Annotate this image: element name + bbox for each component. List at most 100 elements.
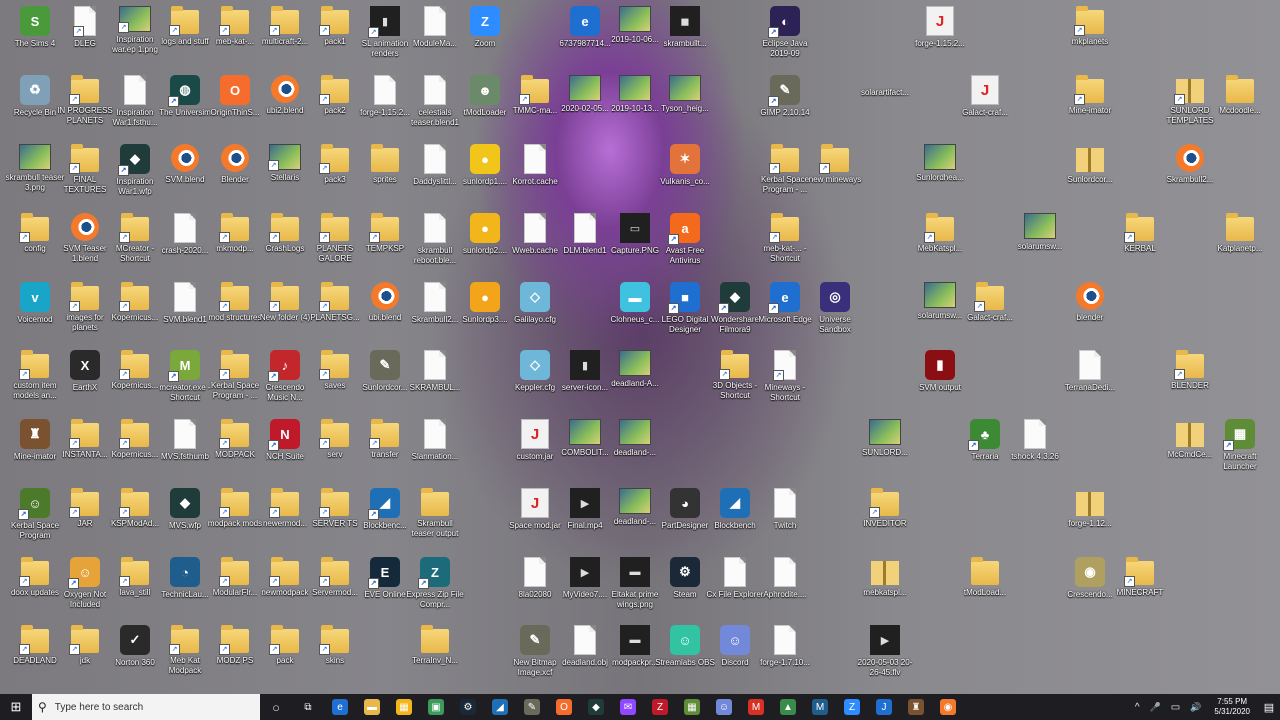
desktop-icon[interactable]: ▦ ↗ Minecraft Launcher bbox=[1210, 419, 1270, 485]
image-file-icon bbox=[669, 75, 701, 101]
taskbar-app-button[interactable]: e bbox=[324, 694, 356, 720]
desktop-icon[interactable]: a ↗ Avast Free Antivirus bbox=[655, 213, 715, 279]
volume-icon[interactable]: 🔊 bbox=[1190, 702, 1201, 713]
microphone-icon[interactable]: 🎤 bbox=[1150, 702, 1161, 713]
action-center-icon[interactable]: ▤ bbox=[1258, 694, 1280, 720]
folder-icon bbox=[421, 625, 449, 653]
desktop-icon[interactable]: Skrambull teaser output bbox=[405, 488, 465, 554]
taskbar-app-button[interactable]: ▦ bbox=[388, 694, 420, 720]
taskbar-app-button[interactable]: J bbox=[868, 694, 900, 720]
desktop-icon[interactable]: tModLoad... bbox=[955, 557, 1015, 623]
desktop-icon[interactable]: ↗ mkplanets bbox=[1060, 6, 1120, 72]
desktop-icon[interactable]: solarumsw... bbox=[1010, 213, 1070, 279]
file-icon bbox=[524, 144, 546, 174]
start-button[interactable]: ⊞ bbox=[0, 694, 32, 720]
desktop-icon[interactable]: SUNLORD... bbox=[855, 419, 915, 485]
desktop-icon[interactable]: Slanmation... bbox=[405, 419, 465, 485]
desktop-icon[interactable]: ↗ new mineways bbox=[805, 144, 865, 210]
desktop-icon[interactable]: TerraInv_N... bbox=[405, 625, 465, 691]
desktop-icon[interactable]: Aphrodite.... bbox=[755, 557, 815, 623]
desktop-icon[interactable]: forge-1.12... bbox=[1060, 488, 1120, 554]
desktop-icon[interactable]: Tyson_heig... bbox=[655, 75, 715, 141]
desktop-icon[interactable]: SKRAMBUL... bbox=[405, 350, 465, 416]
taskbar-app-button[interactable]: ♜ bbox=[900, 694, 932, 720]
desktop-icon[interactable]: ✎ ↗ GIMP 2.10.14 bbox=[755, 75, 815, 141]
taskbar-app-button[interactable]: Z bbox=[644, 694, 676, 720]
desktop-icon[interactable]: ◼ skrambullt... bbox=[655, 6, 715, 72]
desktop-icon[interactable]: mebkatspl... bbox=[855, 557, 915, 623]
clock[interactable]: 7:55 PM 5/31/2020 bbox=[1214, 697, 1250, 717]
taskbar-app-button[interactable]: ▲ bbox=[772, 694, 804, 720]
shortcut-arrow-icon: ↗ bbox=[319, 576, 330, 587]
desktop-icon[interactable]: ↗ BLENDER bbox=[1160, 350, 1220, 416]
taskbar-app-button[interactable]: ☺ bbox=[708, 694, 740, 720]
desktop-icon[interactable]: ↗ skins bbox=[305, 625, 365, 691]
shortcut-arrow-icon: ↗ bbox=[319, 94, 330, 105]
desktop-icon[interactable]: Mcdoodle... bbox=[1210, 75, 1270, 141]
desktop-icon[interactable]: ◇ Galilayo.cfg bbox=[505, 282, 565, 348]
desktop-icon[interactable]: ▶ 2020-05-03 20-26-45.flv bbox=[855, 625, 915, 691]
desktop-icon-label: Mcdoodle... bbox=[1219, 106, 1261, 115]
desktop-icon[interactable]: ↗ MINECRAFT bbox=[1110, 557, 1170, 623]
desktop-icon[interactable]: Z ↗ Express Zip File Compr... bbox=[405, 557, 465, 623]
desktop-icon[interactable]: ▮ SVM output bbox=[910, 350, 970, 416]
app-icon: a ↗ bbox=[668, 213, 700, 245]
desktop-icon[interactable]: J Galact-craf... bbox=[955, 75, 1015, 141]
taskbar-app-button[interactable]: ◆ bbox=[580, 694, 612, 720]
desktop-icon[interactable]: forge-1.7.10... bbox=[755, 625, 815, 691]
desktop-icon[interactable]: Skrambull2... bbox=[1160, 144, 1220, 210]
desktop-icon[interactable]: ◎ Universe Sandbox bbox=[805, 282, 865, 348]
desktop[interactable]: S The Sims 4 ↗ DLEG ↗ Inspiration war.ep 1.pn… bbox=[0, 0, 1280, 690]
folder-icon: ↗ bbox=[119, 213, 149, 243]
desktop-icon[interactable]: Twitch bbox=[755, 488, 815, 554]
taskbar-app-button[interactable]: ▦ bbox=[676, 694, 708, 720]
pinned-apps: ⧉ e ▬ ▦ ▣ ⚙ ◢ ✎ O ◆ ✉ Z ▦ ☺ M ▲ M Z J ♜ ◉ bbox=[292, 694, 964, 720]
desktop-icon[interactable]: ◐ ↗ Eclipse Java 2019-09 bbox=[755, 6, 815, 72]
icon-glyph: ◇ bbox=[530, 357, 540, 372]
desktop-icon[interactable]: tshock 4.3.26 bbox=[1005, 419, 1065, 485]
taskbar-app-button[interactable]: ▬ bbox=[356, 694, 388, 720]
store-icon: ▦ bbox=[396, 699, 412, 715]
app-icon: ⚙ bbox=[670, 557, 700, 587]
taskbar-app-button[interactable]: ✎ bbox=[516, 694, 548, 720]
desktop-icon[interactable]: Korrot.cache bbox=[505, 144, 565, 210]
desktop-icon[interactable]: Sunlordcor... bbox=[1060, 144, 1120, 210]
shortcut-arrow-icon: ↗ bbox=[268, 371, 279, 382]
desktop-icon[interactable]: ✶ Vulkanis_co... bbox=[655, 144, 715, 210]
taskbar-app-button[interactable]: Z bbox=[836, 694, 868, 720]
taskbar-app-button[interactable]: M bbox=[804, 694, 836, 720]
desktop-icon[interactable]: deadland-A... bbox=[605, 350, 665, 416]
desktop-icon[interactable]: Katplanetp... bbox=[1210, 213, 1270, 279]
folder-icon: ↗ bbox=[769, 213, 799, 243]
desktop-icon[interactable]: ↗ Mineways - Shortcut bbox=[755, 350, 815, 416]
desktop-icon[interactable]: ↗ meb-kat-... - Shortcut bbox=[755, 213, 815, 279]
taskbar-app-button[interactable]: ⚙ bbox=[452, 694, 484, 720]
desktop-icon[interactable]: TerranaDedi... bbox=[1060, 350, 1120, 416]
desktop-icon[interactable]: blender bbox=[1060, 282, 1120, 348]
desktop-icon[interactable]: Z Zoom bbox=[455, 6, 515, 72]
desktop-icon[interactable]: solarartifact... bbox=[855, 75, 915, 141]
taskbar-app-button[interactable]: ⧉ bbox=[292, 694, 324, 720]
network-icon[interactable]: ▭ bbox=[1171, 702, 1180, 713]
desktop-icon[interactable]: Jforge-1.15.2... bbox=[910, 6, 970, 72]
search-box[interactable]: ⚲ Type here to search bbox=[32, 694, 260, 720]
taskbar-app-button[interactable]: ✉ bbox=[612, 694, 644, 720]
desktop-icon[interactable]: ↗ Mine-imator bbox=[1060, 75, 1120, 141]
taskbar-app-button[interactable]: ◢ bbox=[484, 694, 516, 720]
desktop-icon[interactable]: ↗ Galact-craf... bbox=[960, 282, 1020, 348]
desktop-icon[interactable]: deadland-... bbox=[605, 419, 665, 485]
taskbar-app-button[interactable]: O bbox=[548, 694, 580, 720]
show-hidden-icons[interactable]: ^ bbox=[1135, 702, 1140, 713]
taskbar-app-button[interactable]: M bbox=[740, 694, 772, 720]
desktop-icon[interactable]: ↗ INVEDITOR bbox=[855, 488, 915, 554]
desktop-icon[interactable]: Sunlordhea... bbox=[910, 144, 970, 210]
desktop-icon[interactable]: ↗ KERBAL bbox=[1110, 213, 1170, 279]
shortcut-arrow-icon: ↗ bbox=[268, 440, 279, 451]
image-file-icon bbox=[619, 488, 651, 514]
desktop-icon-label: Slanmation... bbox=[411, 452, 459, 461]
cortana-button[interactable]: ○ bbox=[260, 694, 292, 720]
desktop-icon[interactable]: ↗ MebKatspl... bbox=[910, 213, 970, 279]
taskbar-app-button[interactable]: ◉ bbox=[932, 694, 964, 720]
desktop-icon-label: solarartifact... bbox=[860, 88, 909, 97]
taskbar-app-button[interactable]: ▣ bbox=[420, 694, 452, 720]
